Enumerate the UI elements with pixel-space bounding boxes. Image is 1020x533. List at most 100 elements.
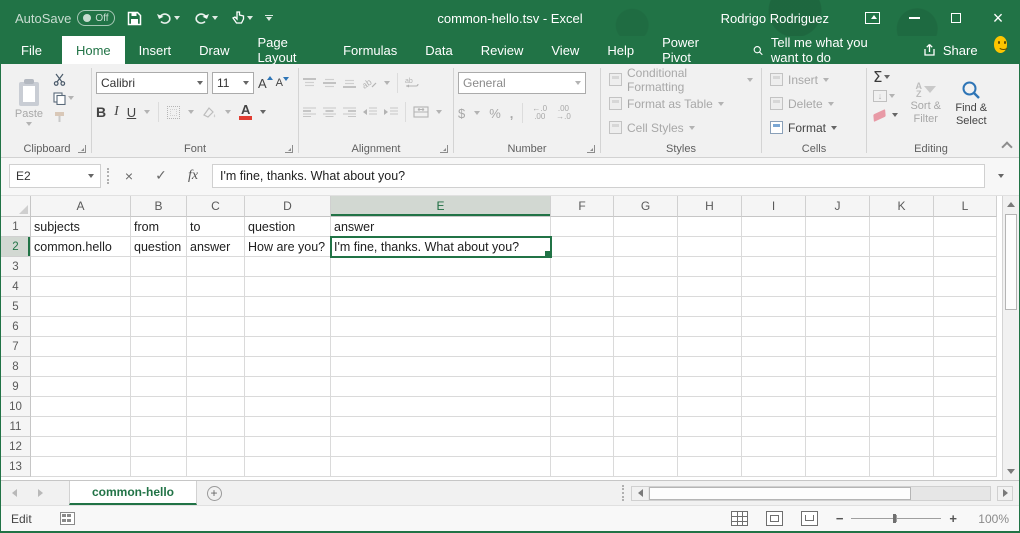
grow-font-button[interactable]: A: [258, 76, 272, 91]
tab-file[interactable]: File: [1, 36, 62, 64]
page-layout-view-button[interactable]: [766, 511, 783, 526]
undo-button[interactable]: [154, 10, 182, 27]
cell-H7[interactable]: [678, 337, 742, 357]
fill-color-button[interactable]: [202, 106, 217, 119]
cell-I6[interactable]: [742, 317, 806, 337]
cell-F8[interactable]: [551, 357, 614, 377]
expand-formula-bar-button[interactable]: [991, 174, 1011, 178]
cell-J7[interactable]: [806, 337, 870, 357]
column-header-C[interactable]: C: [187, 196, 245, 217]
cell-G9[interactable]: [614, 377, 678, 397]
cell-A10[interactable]: [31, 397, 131, 417]
paste-button[interactable]: Paste: [7, 67, 51, 140]
column-header-D[interactable]: D: [245, 196, 331, 217]
cell-E5[interactable]: [331, 297, 551, 317]
decrease-indent-button[interactable]: [363, 107, 377, 117]
cell-K3[interactable]: [870, 257, 934, 277]
cell-J9[interactable]: [806, 377, 870, 397]
cell-G7[interactable]: [614, 337, 678, 357]
cell-L12[interactable]: [934, 437, 997, 457]
column-header-E[interactable]: E: [331, 196, 551, 217]
horizontal-scrollbar[interactable]: [631, 486, 991, 501]
cell-D5[interactable]: [245, 297, 331, 317]
select-all-corner[interactable]: [1, 196, 31, 217]
cell-F9[interactable]: [551, 377, 614, 397]
clear-caret[interactable]: [892, 113, 898, 117]
cell-H4[interactable]: [678, 277, 742, 297]
cell-F11[interactable]: [551, 417, 614, 437]
cell-B13[interactable]: [131, 457, 187, 477]
cell-A4[interactable]: [31, 277, 131, 297]
cell-H11[interactable]: [678, 417, 742, 437]
cell-B9[interactable]: [131, 377, 187, 397]
cell-F1[interactable]: [551, 217, 614, 237]
cell-F5[interactable]: [551, 297, 614, 317]
insert-function-button[interactable]: fx: [180, 164, 206, 188]
row-header-5[interactable]: 5: [1, 297, 31, 317]
cell-L6[interactable]: [934, 317, 997, 337]
column-header-B[interactable]: B: [131, 196, 187, 217]
sort-filter-button[interactable]: AZ Sort & Filter: [906, 67, 946, 140]
cell-H9[interactable]: [678, 377, 742, 397]
cell-E4[interactable]: [331, 277, 551, 297]
row-header-4[interactable]: 4: [1, 277, 31, 297]
cancel-entry-button[interactable]: ×: [116, 164, 142, 188]
cell-H6[interactable]: [678, 317, 742, 337]
cell-H1[interactable]: [678, 217, 742, 237]
format-as-table-button[interactable]: Format as Table: [605, 92, 757, 116]
underline-button[interactable]: U: [127, 105, 136, 120]
cell-D3[interactable]: [245, 257, 331, 277]
cell-C7[interactable]: [187, 337, 245, 357]
cell-B10[interactable]: [131, 397, 187, 417]
formula-bar-splitter[interactable]: [107, 168, 110, 184]
row-header-13[interactable]: 13: [1, 457, 31, 477]
share-button[interactable]: Share: [910, 36, 990, 64]
align-middle-button[interactable]: [323, 78, 336, 88]
autosum-caret[interactable]: [884, 75, 890, 79]
cell-B7[interactable]: [131, 337, 187, 357]
cell-G5[interactable]: [614, 297, 678, 317]
zoom-slider-thumb[interactable]: [893, 514, 896, 523]
cell-K9[interactable]: [870, 377, 934, 397]
align-bottom-button[interactable]: [343, 78, 356, 88]
cell-E9[interactable]: [331, 377, 551, 397]
cell-C8[interactable]: [187, 357, 245, 377]
tab-power-pivot[interactable]: Power Pivot: [648, 36, 731, 64]
cell-J11[interactable]: [806, 417, 870, 437]
cell-B6[interactable]: [131, 317, 187, 337]
cell-H5[interactable]: [678, 297, 742, 317]
next-sheet-button[interactable]: [27, 481, 53, 505]
cell-D1[interactable]: question: [245, 217, 331, 237]
name-box[interactable]: E2: [9, 164, 101, 188]
vertical-scrollbar[interactable]: [1002, 196, 1019, 480]
cell-H10[interactable]: [678, 397, 742, 417]
copy-button[interactable]: [51, 90, 76, 106]
cell-E11[interactable]: [331, 417, 551, 437]
scroll-right-button[interactable]: [997, 486, 1013, 501]
cell-I11[interactable]: [742, 417, 806, 437]
cell-styles-button[interactable]: Cell Styles: [605, 116, 757, 140]
cell-L3[interactable]: [934, 257, 997, 277]
row-header-11[interactable]: 11: [1, 417, 31, 437]
cell-C2[interactable]: answer: [187, 237, 245, 257]
font-color-caret[interactable]: [260, 110, 266, 114]
align-center-button[interactable]: [323, 107, 336, 117]
italic-button[interactable]: I: [114, 104, 119, 120]
cell-H2[interactable]: [678, 237, 742, 257]
tab-formulas[interactable]: Formulas: [329, 36, 411, 64]
cell-D4[interactable]: [245, 277, 331, 297]
cell-G4[interactable]: [614, 277, 678, 297]
cell-C11[interactable]: [187, 417, 245, 437]
zoom-in-button[interactable]: +: [949, 511, 957, 526]
user-name[interactable]: Rodrigo Rodriguez: [721, 11, 829, 26]
new-sheet-button[interactable]: +: [197, 481, 231, 505]
row-header-1[interactable]: 1: [1, 217, 31, 237]
sheet-tab-common-hello[interactable]: common-hello: [69, 481, 197, 505]
tab-data[interactable]: Data: [411, 36, 466, 64]
enter-entry-button[interactable]: ✓: [148, 164, 174, 188]
column-header-L[interactable]: L: [934, 196, 997, 217]
redo-button[interactable]: [192, 10, 220, 27]
cell-A1[interactable]: subjects: [31, 217, 131, 237]
alignment-dialog-launcher[interactable]: [440, 145, 448, 153]
autosave-switch[interactable]: Off: [77, 10, 115, 26]
